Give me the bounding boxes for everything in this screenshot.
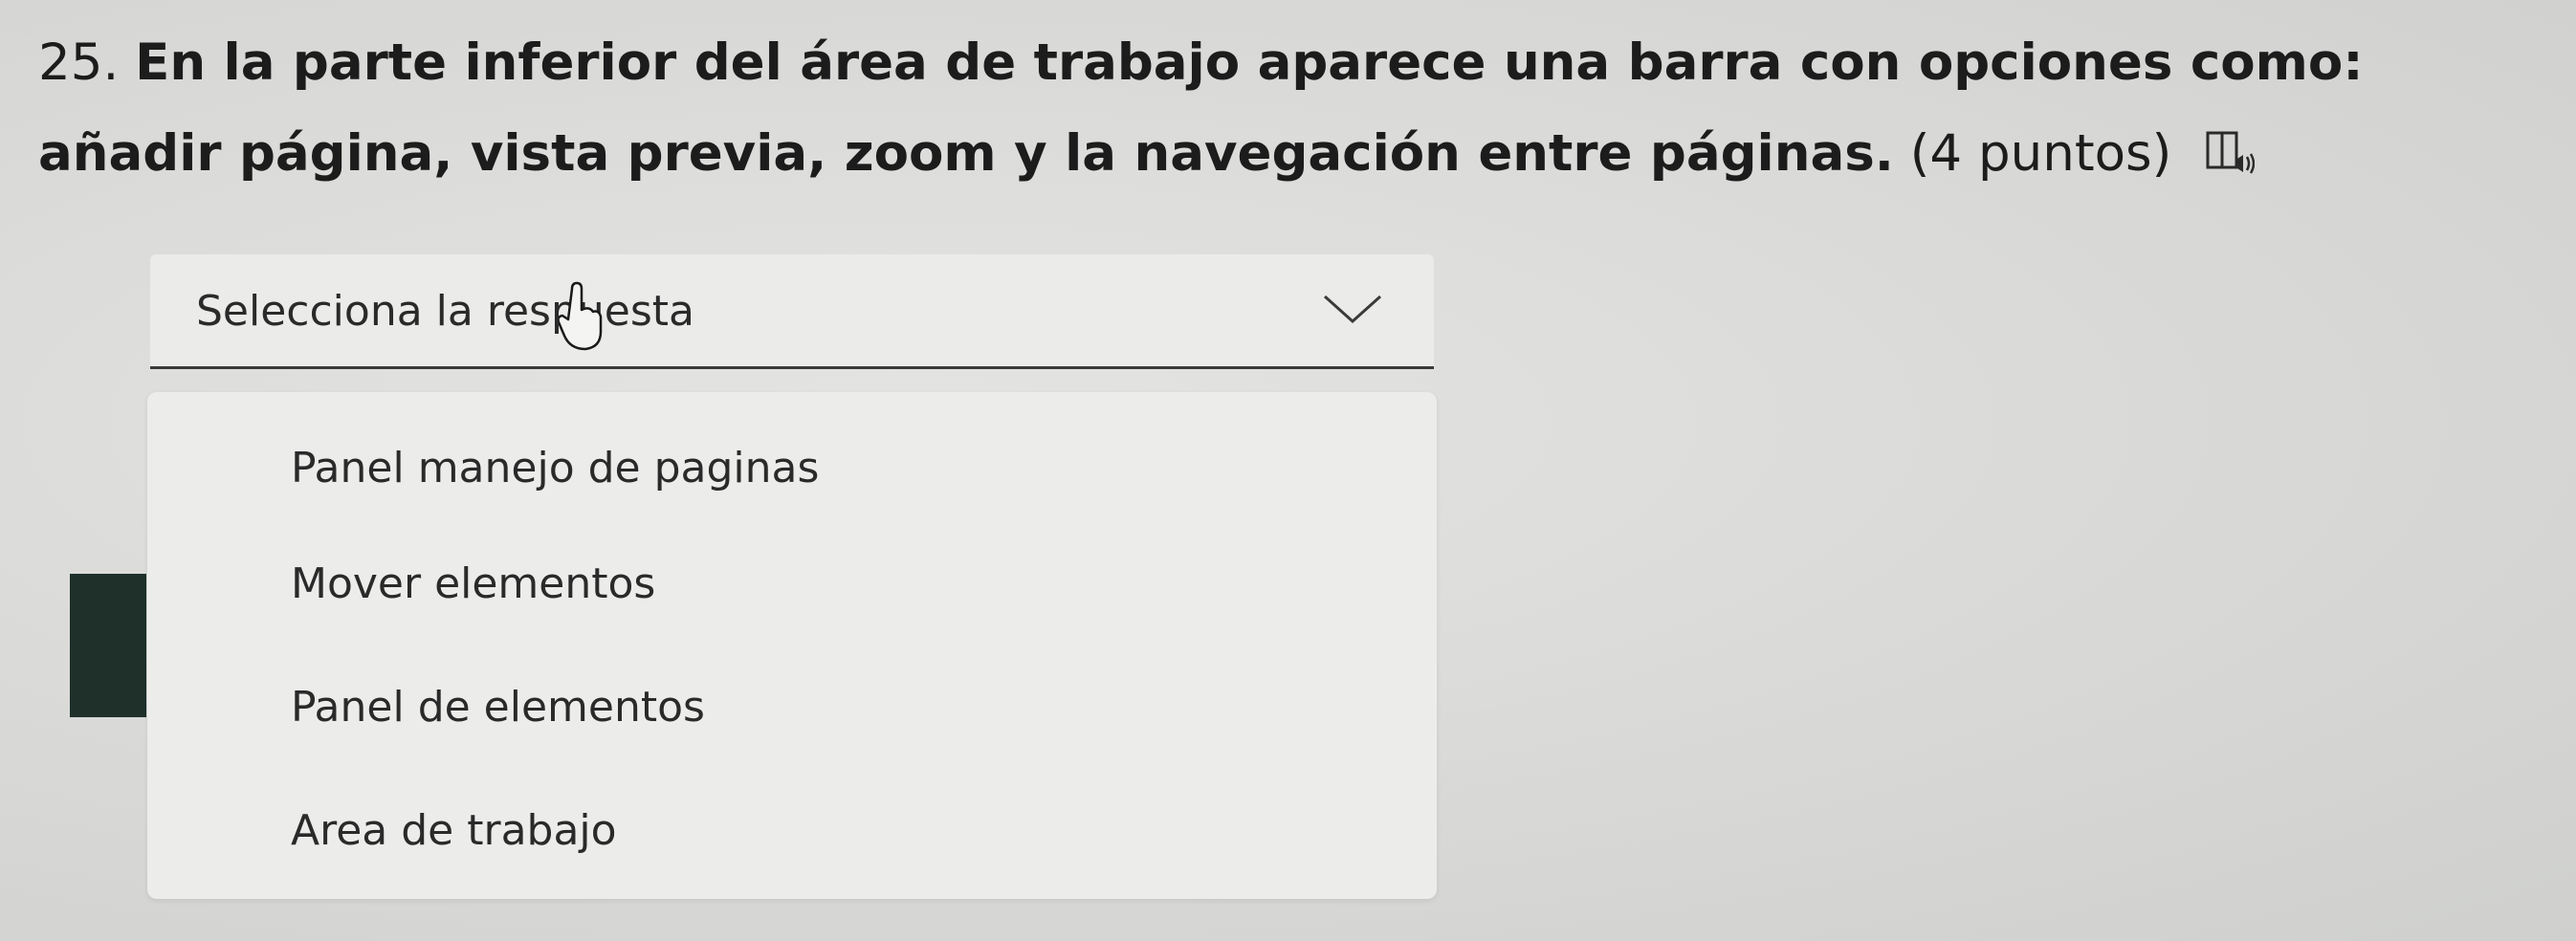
dropdown-menu: Panel manejo de paginas Mover elementos …: [147, 392, 1437, 899]
select-placeholder: Selecciona la respuesta: [196, 287, 694, 336]
question-points: (4 puntos): [1909, 124, 2172, 183]
option-panel-elementos[interactable]: Panel de elementos: [291, 683, 705, 732]
chevron-down-icon: [1321, 293, 1384, 325]
question-number: 25.: [38, 33, 120, 92]
option-panel-manejo[interactable]: Panel manejo de paginas: [291, 444, 819, 492]
immersive-reader-icon[interactable]: [2205, 114, 2256, 174]
question-block: 25. En la parte inferior del área de tra…: [38, 17, 2544, 199]
option-mover-elementos[interactable]: Mover elementos: [291, 559, 655, 608]
answer-select[interactable]: Selecciona la respuesta: [150, 254, 1434, 369]
hand-cursor-icon: [557, 281, 603, 352]
option-area-trabajo[interactable]: Area de trabajo: [291, 806, 617, 855]
side-marker: [70, 574, 146, 717]
